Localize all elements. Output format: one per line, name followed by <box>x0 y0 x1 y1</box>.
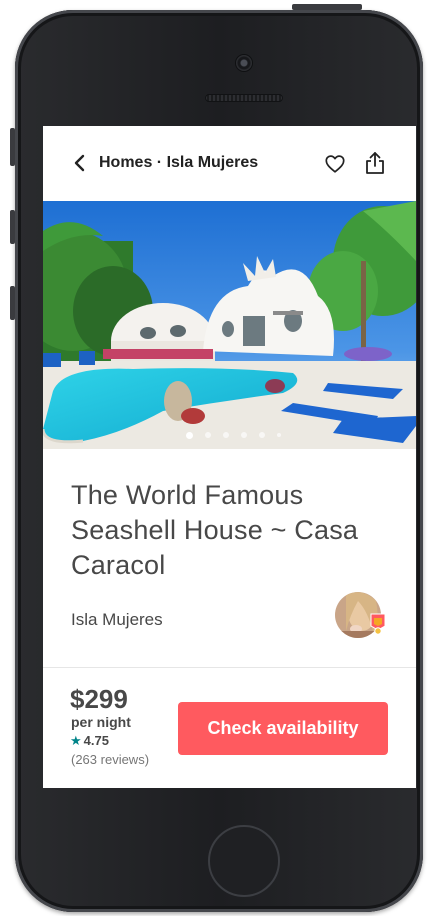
carousel-dot[interactable] <box>223 432 229 438</box>
price-unit-label: per night <box>71 714 131 730</box>
earpiece-speaker <box>205 94 283 102</box>
chevron-left-icon <box>74 154 85 172</box>
volume-down-button <box>10 286 15 320</box>
share-button[interactable] <box>364 151 386 175</box>
carousel-dot[interactable] <box>241 432 247 438</box>
rating-value: 4.75 <box>83 733 109 748</box>
star-icon: ★ <box>70 733 82 748</box>
back-button[interactable] <box>71 153 87 173</box>
listing-photo-carousel[interactable] <box>43 201 416 449</box>
host-avatar[interactable] <box>334 591 386 641</box>
save-favorite-button[interactable] <box>324 153 346 175</box>
carousel-dot[interactable] <box>205 432 211 438</box>
rating: ★ 4.75 <box>70 733 109 748</box>
mute-switch <box>10 128 15 166</box>
carousel-dot[interactable] <box>259 432 265 438</box>
power-button <box>292 4 362 10</box>
listing-location: Isla Mujeres <box>71 610 163 629</box>
carousel-dot[interactable] <box>186 432 193 439</box>
listing-photo <box>43 201 416 449</box>
carousel-dot[interactable] <box>277 433 281 437</box>
heart-outline-icon <box>325 155 345 173</box>
footer-divider <box>43 667 416 668</box>
volume-up-button <box>10 210 15 244</box>
superhost-badge-icon <box>370 613 386 635</box>
listing-title: The World Famous Seashell House ~ Casa C… <box>71 480 359 580</box>
home-button[interactable] <box>208 825 280 897</box>
app-screen: Homes · Isla Mujeres The World Famous Se… <box>43 126 416 788</box>
front-camera <box>236 55 252 71</box>
check-availability-button[interactable]: Check availability <box>178 702 388 755</box>
top-navigation-bar: Homes · Isla Mujeres <box>43 126 416 201</box>
carousel-pagination <box>43 432 416 439</box>
review-count[interactable]: (263 reviews) <box>71 752 149 767</box>
nightly-price: $299 <box>70 684 128 714</box>
breadcrumb-title: Homes · Isla Mujeres <box>99 154 259 171</box>
share-icon <box>366 152 384 174</box>
